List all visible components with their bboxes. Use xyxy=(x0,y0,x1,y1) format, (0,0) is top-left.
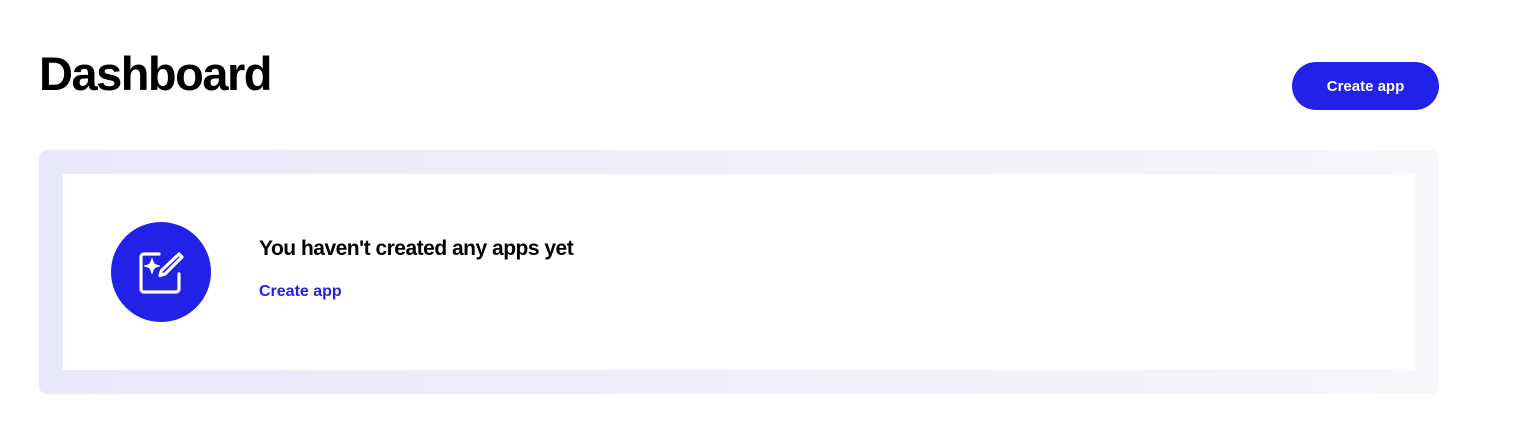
sparkle-edit-icon xyxy=(139,252,184,294)
create-app-button[interactable]: Create app xyxy=(1292,62,1439,110)
empty-state-panel: You haven't created any apps yet Create … xyxy=(39,150,1439,394)
create-app-link[interactable]: Create app xyxy=(259,280,342,304)
empty-state-card: You haven't created any apps yet Create … xyxy=(63,174,1415,370)
empty-state-message: You haven't created any apps yet xyxy=(259,237,574,260)
empty-state-icon-circle xyxy=(111,222,211,322)
dashboard-page: Dashboard Create app You haven't created… xyxy=(0,0,1514,426)
page-title: Dashboard xyxy=(39,47,273,100)
